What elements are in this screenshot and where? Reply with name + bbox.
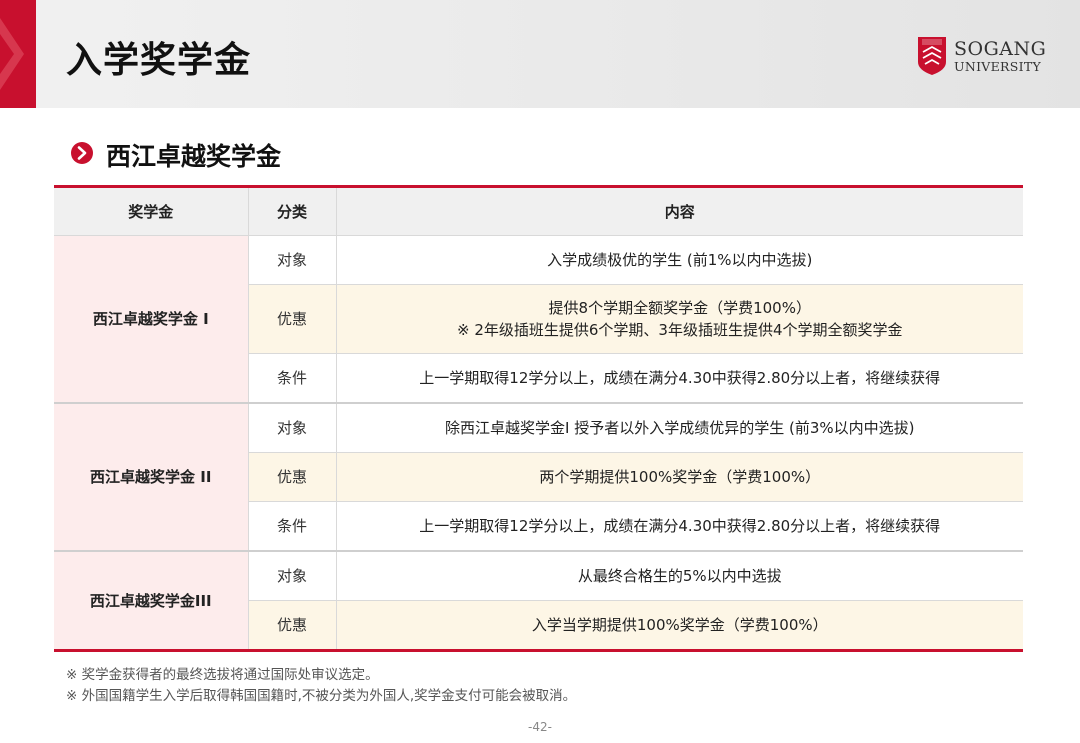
content-text: 上一学期取得12学分以上，成绩在满分4.30中获得2.80分以上者，将继续获得	[419, 369, 941, 387]
footnote-item: ※ 外国国籍学生入学后取得韩国国籍时,不被分类为外国人,奖学金支付可能会被取消。	[66, 688, 577, 704]
content-text: 提供8个学期全额奖学金（学费100%）	[548, 299, 811, 317]
chevron-bullet-icon	[71, 142, 93, 164]
content-text: 从最终合格生的5%以内中选拔	[577, 567, 782, 585]
table-row: 西江卓越奖学金 II 对象 除西江卓越奖学金I 授予者以外入学成绩优异的学生 (…	[54, 402, 1023, 552]
content-cell: 入学成绩极优的学生 (前1%以内中选拔)	[335, 235, 1023, 285]
content-note: ※ 2年级插班生提供6个学期、3年级插班生提供4个学期全额奖学金	[456, 321, 903, 339]
category-cell: 优惠	[248, 452, 337, 502]
content-text: 入学成绩极优的学生 (前1%以内中选拔)	[547, 251, 813, 269]
category-cell: 优惠	[248, 284, 337, 354]
scholarship-table-wrapper: 奖学金 分类 内容 西江卓越奖学金 I 对象 入学成绩极优的学生 (前1%以内中…	[54, 185, 1023, 652]
content-cell: 除西江卓越奖学金I 授予者以外入学成绩优异的学生 (前3%以内中选拔)	[335, 402, 1023, 453]
section-title: 西江卓越奖学金	[106, 142, 282, 171]
header-accent-bar	[0, 0, 36, 108]
scholarship-name-cell: 西江卓越奖学金 I	[54, 235, 249, 404]
scholarship-table: 奖学金 分类 内容 西江卓越奖学金 I 对象 入学成绩极优的学生 (前1%以内中…	[54, 185, 1023, 652]
category-cell: 条件	[248, 501, 337, 552]
logo-text-university: UNIVERSITY	[954, 59, 1042, 74]
category-cell: 对象	[247, 550, 337, 601]
column-header-category: 分类	[247, 186, 337, 236]
table-header-row: 奖学金 分类 内容	[54, 186, 1023, 236]
category-cell: 条件	[248, 353, 337, 404]
content-cell: 从最终合格生的5%以内中选拔	[335, 550, 1023, 601]
column-header-content: 内容	[335, 186, 1023, 236]
page-title: 入学奖学金	[66, 40, 252, 81]
content-cell: 提供8个学期全额奖学金（学费100%） ※ 2年级插班生提供6个学期、3年级插班…	[335, 284, 1023, 354]
page-number: -42-	[528, 720, 552, 734]
table-row: 西江卓越奖学金 I 对象 入学成绩极优的学生 (前1%以内中选拔)	[54, 235, 1023, 404]
logo-text-sogang: SOGANG	[954, 38, 1047, 60]
content-cell: 两个学期提供100%奖学金（学费100%）	[335, 452, 1023, 502]
category-cell: 优惠	[248, 600, 337, 651]
footnotes: ※ 奖学金获得者的最终选拔将通过国际处审议选定。 ※ 外国国籍学生入学后取得韩国…	[66, 665, 576, 707]
crest-icon	[918, 37, 946, 75]
scholarship-name-cell: 西江卓越奖学金 II	[54, 402, 249, 552]
category-cell: 对象	[247, 235, 337, 285]
header-band: 入学奖学金 SOGANG UNIVERSITY	[0, 0, 1080, 108]
content-cell: 入学当学期提供100%奖学金（学费100%）	[335, 600, 1023, 651]
content-text: 两个学期提供100%奖学金（学费100%）	[539, 468, 821, 486]
category-cell: 对象	[247, 402, 337, 453]
footnote-item: ※ 奖学金获得者的最终选拔将通过国际处审议选定。	[66, 667, 379, 683]
table-row: 西江卓越奖学金III 对象 从最终合格生的5%以内中选拔	[54, 550, 1023, 651]
column-header-scholarship: 奖学金	[54, 186, 249, 236]
chevron-decoration-icon	[0, 18, 24, 90]
content-cell: 上一学期取得12学分以上，成绩在满分4.30中获得2.80分以上者，将继续获得	[335, 501, 1023, 552]
content-cell: 上一学期取得12学分以上，成绩在满分4.30中获得2.80分以上者，将继续获得	[335, 353, 1023, 404]
university-logo: SOGANG UNIVERSITY	[917, 36, 1047, 80]
content-text: 入学当学期提供100%奖学金（学费100%）	[531, 616, 828, 634]
content-text: 上一学期取得12学分以上，成绩在满分4.30中获得2.80分以上者，将继续获得	[419, 517, 941, 535]
content-text: 除西江卓越奖学金I 授予者以外入学成绩优异的学生 (前3%以内中选拔)	[445, 419, 915, 437]
scholarship-name-cell: 西江卓越奖学金III	[54, 550, 249, 651]
